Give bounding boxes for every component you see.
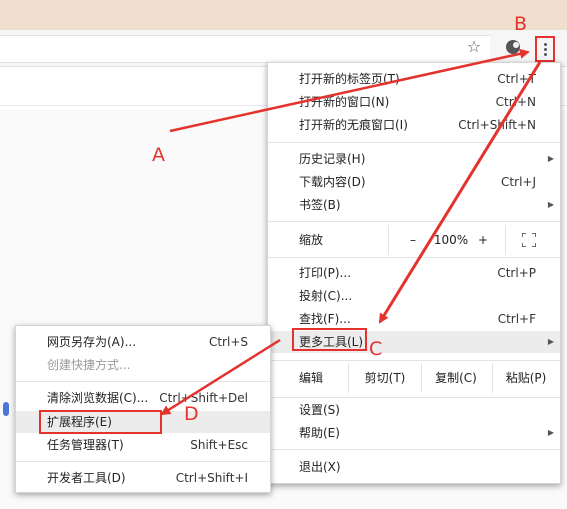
- edit-row: 编辑 剪切(T) 复制(C) 粘贴(P): [268, 363, 560, 393]
- menu-item-dev-tools[interactable]: 开发者工具(D) Ctrl+Shift+I: [16, 467, 270, 489]
- divider: [388, 225, 389, 255]
- divider: [268, 360, 560, 361]
- menu-item-shortcut: Ctrl+Shift+I: [175, 471, 248, 485]
- menu-item-history[interactable]: 历史记录(H) ▶: [268, 148, 560, 170]
- menu-item-cast[interactable]: 投射(C)...: [268, 285, 560, 307]
- microphone-icon[interactable]: [3, 402, 9, 416]
- divider: [16, 381, 270, 382]
- browser-menu-button[interactable]: [535, 36, 555, 62]
- cut-button[interactable]: 剪切(T): [354, 367, 416, 389]
- menu-item-label: 创建快捷方式...: [47, 358, 131, 372]
- chrome-main-menu: 打开新的标签页(T) Ctrl+T 打开新的窗口(N) Ctrl+N 打开新的无…: [267, 62, 561, 484]
- zoom-in-button[interactable]: +: [474, 229, 492, 251]
- divider: [492, 363, 493, 393]
- menu-item-create-shortcut: 创建快捷方式...: [16, 354, 270, 376]
- menu-item-new-window[interactable]: 打开新的窗口(N) Ctrl+N: [268, 91, 560, 113]
- menu-item-shortcut: Ctrl+F: [497, 312, 536, 326]
- divider: [268, 221, 560, 222]
- menu-item-label: 历史记录(H): [299, 152, 366, 166]
- menu-item-shortcut: Shift+Esc: [190, 438, 248, 452]
- more-tools-submenu: 网页另存为(A)... Ctrl+S 创建快捷方式... 清除浏览数据(C)..…: [15, 325, 271, 493]
- menu-item-label: 打开新的无痕窗口(I): [299, 118, 408, 132]
- menu-item-label: 查找(F)...: [299, 312, 351, 326]
- menu-item-shortcut: Ctrl+T: [497, 72, 536, 86]
- menu-item-shortcut: Ctrl+J: [501, 175, 536, 189]
- divider: [268, 257, 560, 258]
- highlight-box-more-tools: [292, 328, 367, 351]
- menu-item-find[interactable]: 查找(F)... Ctrl+F: [268, 308, 560, 330]
- menu-item-downloads[interactable]: 下载内容(D) Ctrl+J: [268, 171, 560, 193]
- menu-item-label: 投射(C)...: [299, 289, 353, 303]
- menu-item-shortcut: Ctrl+N: [495, 95, 536, 109]
- dot-icon: [544, 53, 547, 56]
- menu-item-clear-data[interactable]: 清除浏览数据(C)... Ctrl+Shift+Del: [16, 387, 270, 409]
- menu-item-shortcut: Ctrl+P: [497, 266, 536, 280]
- menu-item-label: 任务管理器(T): [47, 438, 124, 452]
- zoom-row: 缩放 – 100% +: [268, 225, 560, 255]
- extension-icon[interactable]: [504, 38, 522, 56]
- dot-icon: [544, 48, 547, 51]
- zoom-out-button[interactable]: –: [403, 229, 423, 251]
- window-top-strip: [0, 0, 567, 30]
- menu-item-label: 打开新的窗口(N): [299, 95, 390, 109]
- divider: [505, 225, 506, 255]
- menu-item-shortcut: Ctrl+S: [208, 335, 248, 349]
- menu-item-label: 退出(X): [299, 460, 341, 474]
- menu-item-new-incognito[interactable]: 打开新的无痕窗口(I) Ctrl+Shift+N: [268, 114, 560, 136]
- submenu-arrow-icon: ▶: [547, 428, 554, 437]
- divider: [421, 363, 422, 393]
- menu-item-settings[interactable]: 设置(S): [268, 399, 560, 421]
- divider: [268, 449, 560, 450]
- menu-item-print[interactable]: 打印(P)... Ctrl+P: [268, 262, 560, 284]
- menu-item-save-page[interactable]: 网页另存为(A)... Ctrl+S: [16, 331, 270, 353]
- menu-item-bookmarks[interactable]: 书签(B) ▶: [268, 194, 560, 216]
- divider: [16, 461, 270, 462]
- submenu-arrow-icon: ▶: [547, 154, 554, 163]
- address-bar[interactable]: [0, 35, 490, 63]
- submenu-arrow-icon: ▶: [547, 200, 554, 209]
- zoom-label: 缩放: [299, 233, 324, 247]
- menu-item-label: 打开新的标签页(T): [299, 72, 400, 86]
- highlight-box-extensions: [39, 410, 162, 434]
- annotation-label-a: A: [152, 144, 165, 166]
- menu-item-label: 设置(S): [299, 403, 340, 417]
- submenu-arrow-icon: ▶: [547, 337, 554, 346]
- divider: [268, 397, 560, 398]
- menu-item-shortcut: Ctrl+Shift+N: [458, 118, 536, 132]
- menu-item-exit[interactable]: 退出(X): [268, 456, 560, 478]
- bookmark-star-icon[interactable]: ☆: [465, 38, 483, 56]
- menu-item-label: 开发者工具(D): [47, 471, 126, 485]
- divider: [268, 142, 560, 143]
- menu-item-label: 清除浏览数据(C)...: [47, 391, 149, 405]
- menu-item-task-manager[interactable]: 任务管理器(T) Shift+Esc: [16, 434, 270, 456]
- annotation-label-b: B: [514, 13, 528, 35]
- fullscreen-icon[interactable]: [522, 233, 536, 247]
- copy-button[interactable]: 复制(C): [425, 367, 487, 389]
- annotation-label-c: C: [369, 338, 383, 360]
- zoom-level: 100%: [433, 233, 469, 247]
- menu-item-new-tab[interactable]: 打开新的标签页(T) Ctrl+T: [268, 68, 560, 90]
- dot-icon: [544, 43, 547, 46]
- divider: [348, 363, 349, 393]
- annotation-label-d: D: [184, 403, 199, 425]
- menu-item-label: 网页另存为(A)...: [47, 335, 137, 349]
- menu-item-label: 下载内容(D): [299, 175, 366, 189]
- menu-item-label: 帮助(E): [299, 426, 340, 440]
- menu-item-label: 书签(B): [299, 198, 341, 212]
- menu-item-label: 打印(P)...: [299, 266, 352, 280]
- menu-item-help[interactable]: 帮助(E) ▶: [268, 422, 560, 444]
- menu-item-shortcut: Ctrl+Shift+Del: [159, 391, 248, 405]
- paste-button[interactable]: 粘贴(P): [496, 367, 556, 389]
- edit-label: 编辑: [299, 371, 324, 385]
